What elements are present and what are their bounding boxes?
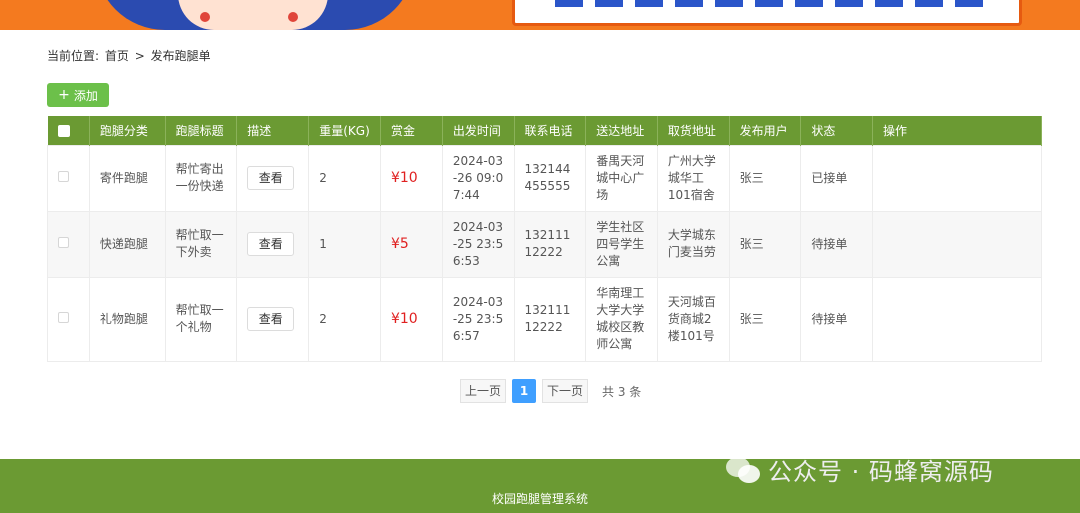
cell-weight: 1 [308, 210, 381, 278]
plus-icon: + [58, 87, 70, 103]
header-category[interactable]: 跑腿分类 [89, 116, 166, 145]
footer-title: 校园跑腿管理系统 [491, 492, 588, 506]
reward-amount: ¥10 [390, 310, 418, 327]
cell-time: 2024-03-25 23:56:57 [441, 276, 515, 362]
cell-phone: 13211112222 [513, 210, 587, 278]
header-title[interactable]: 跑腿标题 [165, 116, 238, 145]
add-button[interactable]: + 添加 [47, 83, 109, 107]
cell-phone: 132144455555 [513, 144, 587, 212]
cell-to-address: 番禺天河城中心广场 [585, 144, 658, 212]
cell-title: 帮忙取一个礼物 [164, 276, 238, 362]
table-row: 寄件跑腿 帮忙寄出一份快递 查看 2 ¥10 2024-03-26 09:07:… [47, 144, 1042, 212]
reward-amount: ¥10 [390, 169, 418, 186]
header-status[interactable]: 状态 [800, 116, 874, 145]
cell-user: 张三 [728, 144, 802, 212]
row-checkbox[interactable] [58, 170, 69, 182]
cell-time: 2024-03-25 23:56:53 [441, 210, 515, 278]
header-weight[interactable]: 重量(KG) [308, 116, 381, 145]
cell-desc: 查看 [236, 276, 310, 362]
current-page[interactable]: 1 [512, 379, 537, 403]
cell-category: 礼物跑腿 [88, 276, 166, 362]
cell-actions [872, 210, 1042, 278]
cell-reward: ¥10 [379, 144, 443, 212]
cell-reward: ¥10 [379, 276, 443, 362]
wechat-icon [726, 455, 760, 485]
row-select-cell [47, 276, 90, 362]
cell-from-address: 大学城东门麦当劳 [656, 210, 730, 278]
total-count: 共 3 条 [602, 384, 642, 399]
cell-desc: 查看 [236, 210, 310, 278]
table-header-row: 跑腿分类 跑腿标题 描述 重量(KG) 赏金 出发时间 联系电话 送达地址 取货… [47, 116, 1042, 145]
breadcrumb-separator: > [134, 49, 145, 63]
banner-decoration [288, 12, 298, 22]
prev-page-button[interactable]: 上一页 [460, 379, 507, 403]
cell-title: 帮忙取一下外卖 [164, 210, 238, 278]
breadcrumb-home-link[interactable]: 首页 [105, 49, 129, 63]
select-all-cell [47, 116, 90, 145]
cell-category: 寄件跑腿 [88, 144, 166, 212]
cell-user: 张三 [728, 276, 802, 362]
cell-to-address: 华南理工大学大学城校区教师公寓 [585, 276, 658, 362]
cell-actions [872, 276, 1042, 362]
header-actions: 操作 [872, 116, 1042, 145]
header-phone[interactable]: 联系电话 [514, 116, 587, 145]
view-button[interactable]: 查看 [247, 166, 295, 190]
header-time[interactable]: 出发时间 [442, 116, 515, 145]
top-banner [0, 0, 1080, 30]
breadcrumb-current: 发布跑腿单 [150, 49, 211, 63]
row-select-cell [47, 144, 90, 212]
header-from-address[interactable]: 取货地址 [657, 116, 730, 145]
header-reward[interactable]: 赏金 [380, 116, 443, 145]
cell-phone: 13211112222 [513, 276, 587, 362]
reward-amount: ¥5 [390, 235, 409, 252]
cell-reward: ¥5 [379, 210, 443, 278]
header-to-address[interactable]: 送达地址 [585, 116, 658, 145]
banner-decoration [200, 12, 210, 22]
row-select-cell [47, 210, 90, 278]
view-button[interactable]: 查看 [247, 307, 295, 331]
pagination: 上一页 1 下一页 共 3 条 [460, 379, 641, 403]
add-button-label: 添加 [73, 88, 98, 103]
watermark: 公众号 · 码蜂窝源码 [726, 452, 994, 487]
next-page-button[interactable]: 下一页 [542, 379, 589, 403]
cell-status: 待接单 [800, 210, 874, 278]
row-checkbox[interactable] [58, 311, 69, 323]
cell-time: 2024-03-26 09:07:44 [441, 144, 515, 212]
cell-status: 待接单 [800, 276, 874, 362]
cell-from-address: 天河城百货商城2楼101号 [656, 276, 730, 362]
row-checkbox[interactable] [58, 236, 69, 248]
cell-to-address: 学生社区四号学生公寓 [585, 210, 658, 278]
table-row: 礼物跑腿 帮忙取一个礼物 查看 2 ¥10 2024-03-25 23:56:5… [47, 276, 1042, 362]
banner-board [512, 0, 1022, 26]
select-all-checkbox[interactable] [57, 124, 70, 137]
header-user[interactable]: 发布用户 [729, 116, 802, 145]
cell-user: 张三 [728, 210, 802, 278]
breadcrumb: 当前位置: 首页 > 发布跑腿单 [47, 47, 213, 64]
cell-desc: 查看 [236, 144, 310, 212]
cell-category: 快递跑腿 [88, 210, 166, 278]
cell-from-address: 广州大学城华工101宿舍 [656, 144, 730, 212]
cell-weight: 2 [308, 276, 381, 362]
errand-table: 跑腿分类 跑腿标题 描述 重量(KG) 赏金 出发时间 联系电话 送达地址 取货… [47, 116, 1042, 362]
cell-status: 已接单 [800, 144, 874, 212]
view-button[interactable]: 查看 [247, 232, 295, 256]
breadcrumb-prefix: 当前位置: [47, 49, 100, 63]
cell-actions [872, 144, 1042, 212]
table-row: 快递跑腿 帮忙取一下外卖 查看 1 ¥5 2024-03-25 23:56:53… [47, 210, 1042, 278]
cell-title: 帮忙寄出一份快递 [164, 144, 238, 212]
header-desc[interactable]: 描述 [236, 116, 310, 145]
cell-weight: 2 [308, 144, 381, 212]
watermark-text: 公众号 · 码蜂窝源码 [768, 458, 994, 486]
